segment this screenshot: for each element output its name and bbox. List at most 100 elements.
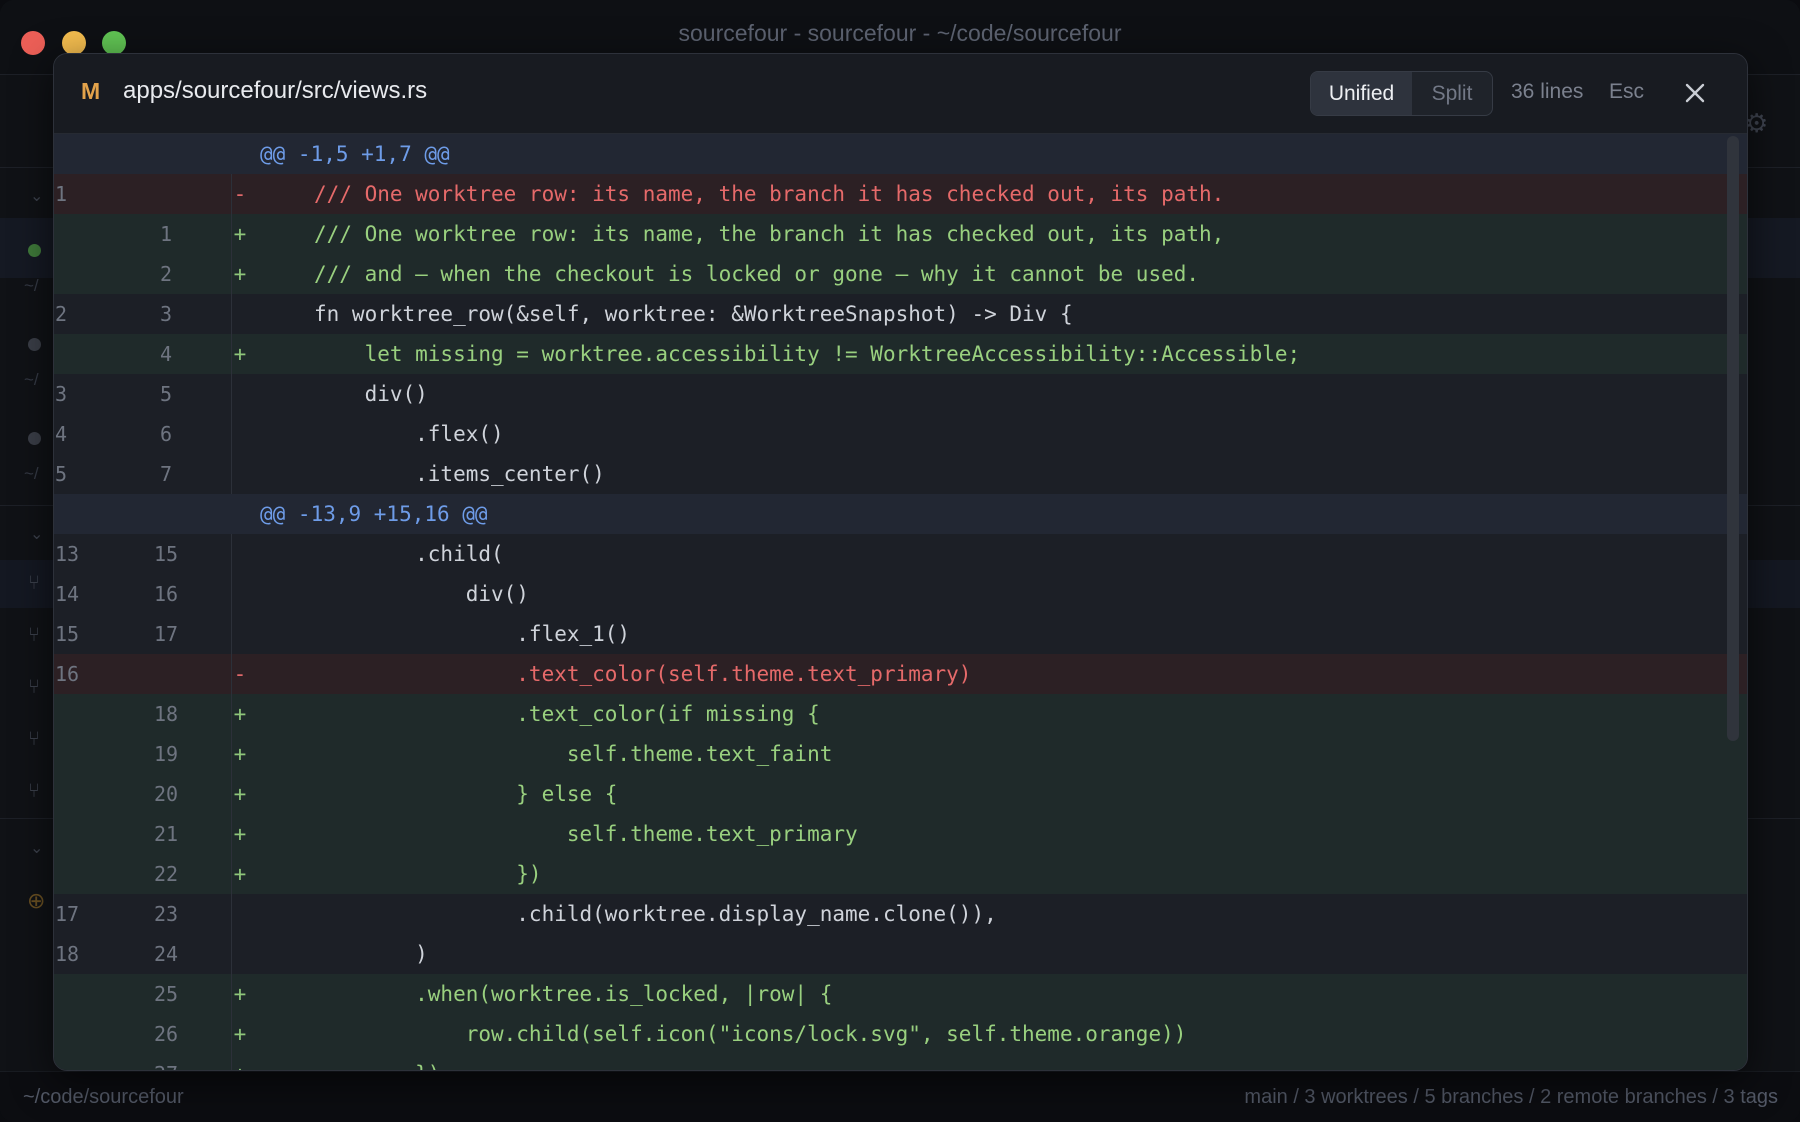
hunk-range: @@ -1,5 +1,7 @@ (260, 142, 450, 166)
split-view-button[interactable]: Split (1412, 72, 1492, 115)
diff-modal: M apps/sourcefour/src/views.rs Unified S… (53, 53, 1748, 1071)
line-count: 36 lines (1511, 80, 1584, 103)
old-line-number (55, 214, 115, 254)
diff-line: 4 6 .flex() (54, 414, 1747, 454)
diff-line: 14 16 div() (54, 574, 1747, 614)
view-mode-toggle: Unified Split (1310, 71, 1493, 116)
branch-icon: ⑂ (28, 728, 40, 750)
status-path: ~/code/sourcefour (23, 1086, 184, 1108)
chevron-down-icon[interactable]: ⌄ (30, 186, 43, 206)
scrollbar-thumb[interactable] (1727, 136, 1739, 741)
old-line-number: 16 (55, 662, 80, 686)
new-line-number: 1 (159, 222, 173, 246)
chevron-down-icon[interactable]: ⌄ (30, 524, 43, 544)
new-line-number (136, 654, 196, 694)
new-line-number: 5 (159, 382, 173, 406)
added-marker: + (233, 222, 247, 246)
diff-line: 17 23 .child(worktree.display_name.clone(… (54, 894, 1747, 934)
diff-line: 1 - /// One worktree row: its name, the br… (54, 174, 1747, 214)
new-line-number: 21 (153, 822, 179, 846)
code-text: } else { (314, 782, 618, 806)
new-line-number: 27 (136, 1054, 196, 1070)
removed-marker: - (233, 182, 247, 206)
hunk-header: @@ -13,9 +15,16 @@ (54, 494, 1747, 534)
line-marker (230, 374, 250, 414)
new-line-number: 22 (153, 862, 179, 886)
worktree-path: ~/ (24, 276, 39, 295)
branch-icon: ⑂ (28, 780, 40, 802)
old-line-number: 1 (55, 182, 68, 206)
diff-content[interactable]: @@ -1,5 +1,7 @@ 1 - /// One worktree row: i… (54, 134, 1747, 1070)
old-line-number: 15 (55, 622, 80, 646)
added-marker: + (233, 782, 247, 806)
code-text: /// One worktree row: its name, the bran… (314, 222, 1225, 246)
status-dot-icon (28, 432, 41, 445)
branch-icon: ⑂ (28, 624, 40, 646)
code-text: div() (314, 582, 529, 606)
diff-line: 4 + let missing = worktree.accessibility … (54, 334, 1747, 374)
new-line-number: 19 (153, 742, 179, 766)
code-text: /// and — when the checkout is locked or… (314, 262, 1200, 286)
line-marker (230, 294, 250, 334)
diff-line: 27 + }) (54, 1054, 1747, 1070)
close-icon[interactable] (1677, 75, 1713, 111)
diff-line: 2 3 fn worktree_row(&self, worktree: &Work… (54, 294, 1747, 334)
added-marker: + (230, 1054, 250, 1070)
diff-line: 18 24 ) (54, 934, 1747, 974)
line-marker (230, 494, 250, 534)
diff-line: 13 15 .child( (54, 534, 1747, 574)
old-line-number (55, 1054, 115, 1070)
added-marker: + (233, 822, 247, 846)
code-text: }) (314, 1054, 440, 1070)
branch-icon: ⑂ (28, 676, 40, 698)
diff-line: 22 + }) (54, 854, 1747, 894)
new-line-number: 20 (153, 782, 179, 806)
new-line-number: 17 (153, 622, 179, 646)
old-line-number (55, 974, 115, 1014)
diff-line: 26 + row.child(self.icon("icons/lock.svg"… (54, 1014, 1747, 1054)
code-text: }) (314, 862, 542, 886)
status-bar: ~/code/sourcefour main / 3 worktrees / 5… (0, 1071, 1800, 1122)
added-marker: + (233, 342, 247, 366)
code-text: self.theme.text_primary (314, 822, 858, 846)
old-line-number (55, 814, 115, 854)
app-window: sourcefour - sourcefour - ~/code/sourcef… (0, 0, 1800, 1122)
added-marker: + (233, 982, 247, 1006)
new-line-number: 3 (159, 302, 173, 326)
code-text: .text_color(self.theme.text_primary) (314, 662, 972, 686)
code-text: /// One worktree row: its name, the bran… (314, 182, 1225, 206)
code-text: div() (314, 382, 428, 406)
diff-line: 5 7 .items_center() (54, 454, 1747, 494)
old-line-number: 4 (55, 422, 68, 446)
new-line-number: 25 (153, 982, 179, 1006)
worktree-path: ~/ (24, 370, 39, 389)
status-dot-icon (28, 338, 41, 351)
diff-line: 21 + self.theme.text_primary (54, 814, 1747, 854)
old-line-number: 13 (55, 542, 80, 566)
old-line-number (55, 694, 115, 734)
code-text: .items_center() (314, 462, 605, 486)
hunk-range: @@ -13,9 +15,16 @@ (260, 502, 488, 526)
diff-line: 2 + /// and — when the checkout is locked … (54, 254, 1747, 294)
code-text: self.theme.text_faint (314, 742, 833, 766)
new-line-number: 2 (159, 262, 173, 286)
diff-line: 19 + self.theme.text_faint (54, 734, 1747, 774)
code-text: .flex_1() (314, 622, 631, 646)
new-line-number (136, 134, 196, 174)
line-marker (230, 614, 250, 654)
diff-line: 15 17 .flex_1() (54, 614, 1747, 654)
unified-view-button[interactable]: Unified (1311, 72, 1412, 115)
code-text: .text_color(if missing { (314, 702, 820, 726)
esc-hint: Esc (1609, 80, 1645, 103)
old-line-number: 17 (55, 902, 80, 926)
line-marker (230, 934, 250, 974)
worktree-path: ~/ (24, 464, 39, 483)
window-title: sourcefour - sourcefour - ~/code/sourcef… (678, 20, 1122, 46)
diff-header: M apps/sourcefour/src/views.rs Unified S… (54, 54, 1747, 134)
new-line-number (136, 174, 196, 214)
branch-icon: ⑂ (28, 572, 40, 594)
gear-icon[interactable]: ⚙ (1745, 108, 1768, 139)
old-line-number (55, 1014, 115, 1054)
chevron-down-icon[interactable]: ⌄ (30, 838, 43, 858)
old-line-number: 2 (55, 302, 68, 326)
